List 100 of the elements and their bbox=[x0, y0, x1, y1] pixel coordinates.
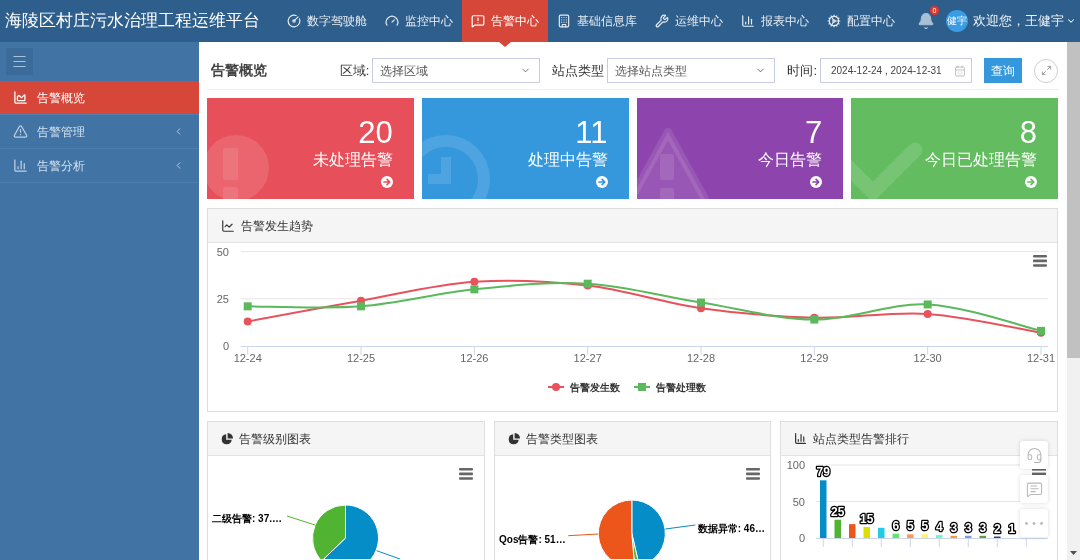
stat-value: 7 bbox=[805, 117, 823, 149]
point-marker bbox=[357, 302, 366, 311]
bar bbox=[834, 519, 842, 538]
nav-tab[interactable]: 基础信息库 bbox=[548, 0, 646, 42]
pie-label: 二级告警: 37.… bbox=[212, 513, 282, 524]
sidebar-item[interactable]: 告警概览 bbox=[0, 81, 199, 115]
leader-line bbox=[664, 524, 696, 530]
nav-tab[interactable]: 告警中心 bbox=[462, 0, 548, 42]
axis-label: 12-26 bbox=[460, 352, 489, 364]
nav-tab[interactable]: 监控中心 bbox=[376, 0, 462, 42]
legend-marker-icon bbox=[547, 383, 565, 391]
menu-icon[interactable] bbox=[1032, 469, 1047, 475]
nav-tab[interactable]: 数字驾驶舱 bbox=[278, 0, 376, 42]
menu-icon bbox=[11, 53, 28, 70]
arrow-circle-right-icon[interactable] bbox=[595, 176, 608, 188]
axis-label: 12-31 bbox=[1026, 352, 1056, 364]
data-label: 25 bbox=[831, 504, 845, 519]
legend-marker-icon bbox=[633, 383, 651, 391]
point-marker bbox=[923, 309, 932, 318]
bar bbox=[878, 527, 885, 538]
arrow-circle-right-icon[interactable] bbox=[810, 176, 823, 188]
axis-label: 100 bbox=[786, 459, 806, 471]
pie-chart-icon bbox=[507, 432, 520, 445]
stat-value: 8 bbox=[1019, 117, 1037, 149]
scrollbar-thumb[interactable] bbox=[1067, 42, 1080, 358]
building-icon bbox=[557, 14, 571, 28]
axis-label: 12-28 bbox=[686, 352, 716, 364]
stat-label: 今日已处理告警 bbox=[925, 150, 1037, 170]
nav-tab[interactable]: 配置中心 bbox=[818, 0, 904, 42]
more-icon bbox=[1025, 521, 1043, 525]
bar bbox=[950, 535, 958, 538]
menu-icon[interactable] bbox=[459, 468, 473, 480]
menu-button[interactable] bbox=[6, 48, 33, 75]
scroll-down-arrow-icon[interactable] bbox=[1070, 551, 1077, 555]
point-marker bbox=[923, 300, 932, 309]
axis-label: 12-30 bbox=[913, 352, 942, 364]
leader-line bbox=[286, 515, 316, 526]
pie-chart-icon bbox=[221, 432, 233, 445]
expand-button[interactable] bbox=[1034, 58, 1058, 83]
user-menu-button[interactable]: 欢迎您，王健宇 bbox=[973, 11, 1076, 31]
data-label: 4 bbox=[936, 520, 943, 535]
gauge-icon bbox=[287, 14, 301, 28]
bar bbox=[820, 480, 827, 538]
bar bbox=[936, 535, 943, 538]
stat-card[interactable]: 11 处理中告警 bbox=[421, 98, 629, 199]
panel-title: 告警发生趋势 bbox=[241, 217, 313, 235]
data-label: 2 bbox=[994, 521, 1001, 536]
field-label: 时间: bbox=[787, 61, 817, 80]
nav-tab[interactable]: 报表中心 bbox=[732, 0, 818, 42]
stat-card[interactable]: 20 未处理告警 bbox=[207, 98, 414, 199]
axis-label: 50 bbox=[216, 245, 229, 258]
data-label: 79 bbox=[816, 465, 831, 480]
caret-icon bbox=[1066, 16, 1076, 26]
stat-label: 未处理告警 bbox=[312, 150, 393, 170]
arrow-circle-right-icon[interactable] bbox=[380, 176, 393, 188]
bar bbox=[863, 527, 871, 538]
calendar-icon bbox=[954, 64, 966, 77]
gear-icon bbox=[827, 14, 841, 28]
warning-triangle-icon bbox=[636, 126, 711, 199]
axis-label: 25 bbox=[216, 292, 229, 305]
legend-label[interactable]: 告警处理数 bbox=[656, 382, 706, 393]
menu-icon[interactable] bbox=[745, 468, 760, 480]
field-label: 区域: bbox=[339, 61, 370, 80]
bar bbox=[907, 534, 914, 538]
headset-icon bbox=[1025, 446, 1043, 464]
notification-bell-icon[interactable] bbox=[917, 12, 935, 30]
stat-value: 20 bbox=[358, 117, 393, 149]
data-label: 6 bbox=[892, 518, 900, 533]
alert-message-icon bbox=[471, 14, 485, 28]
bar bbox=[921, 534, 929, 538]
nav-tab[interactable]: 运维中心 bbox=[646, 0, 732, 42]
stat-label: 今日告警 bbox=[758, 150, 823, 170]
point-marker bbox=[470, 285, 479, 294]
point-marker bbox=[470, 277, 479, 286]
panel-title: 告警类型图表 bbox=[525, 430, 598, 448]
stat-value: 11 bbox=[575, 117, 608, 149]
bar bbox=[849, 524, 856, 538]
data-label: 3 bbox=[950, 520, 958, 535]
wrench-icon bbox=[655, 14, 669, 28]
area-chart-icon bbox=[13, 90, 28, 105]
query-button[interactable]: 查询 bbox=[984, 58, 1022, 83]
data-label: 15 bbox=[860, 512, 874, 527]
stat-card[interactable]: 7 今日告警 bbox=[636, 98, 844, 199]
axis-label: 12-25 bbox=[346, 352, 376, 364]
pie-label: Qos告警: 51… bbox=[498, 534, 566, 545]
expand-icon bbox=[1040, 65, 1052, 76]
axis-label: 0 bbox=[222, 340, 229, 352]
panel-title: 站点类型告警排行 bbox=[813, 430, 910, 448]
station-type-select[interactable]: 选择站点类型 bbox=[607, 58, 776, 83]
region-select[interactable]: 选择区域 bbox=[372, 58, 541, 83]
bar bbox=[979, 535, 987, 538]
data-label: 3 bbox=[965, 520, 972, 535]
pie-label: 数据异常: 46… bbox=[697, 523, 765, 534]
data-label: 3 bbox=[979, 520, 987, 535]
stat-label: 处理中告警 bbox=[527, 150, 608, 170]
legend-label[interactable]: 告警发生数 bbox=[570, 382, 620, 393]
data-label: 5 bbox=[921, 519, 929, 534]
menu-icon[interactable] bbox=[1033, 255, 1047, 267]
date-range-field[interactable]: 2024-12-24 , 2024-12-31 bbox=[820, 58, 972, 83]
leader-line bbox=[567, 533, 599, 537]
